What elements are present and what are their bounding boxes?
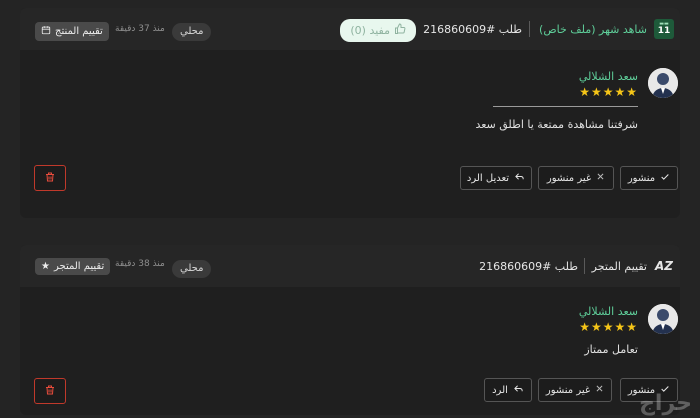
store-logo-icon: AZ xyxy=(655,259,673,273)
locale-badge: محلي xyxy=(172,23,212,41)
shahid-logo-icon: ▬▬ 11 xyxy=(654,19,674,39)
close-icon xyxy=(596,172,605,184)
reviewer-name[interactable]: سعد الشلالي xyxy=(579,70,638,83)
review-time: منذ 37 دقيقة xyxy=(115,24,165,34)
haraj-watermark: حراج xyxy=(639,391,692,416)
review-type-badge: تقييم المنتج xyxy=(35,22,109,41)
rating-stars: ★★★★★ xyxy=(579,320,638,334)
review-card-header: AZ تقييم المتجر طلب #216860609 محلي منذ … xyxy=(20,245,680,287)
reviewer-avatar xyxy=(648,304,678,334)
product-title[interactable]: شاهد شهر (ملف خاص) xyxy=(539,23,647,36)
order-number[interactable]: طلب #216860609 xyxy=(479,260,578,273)
divider xyxy=(584,258,585,274)
edit-reply-button[interactable]: تعديل الرد xyxy=(460,166,532,190)
reply-icon xyxy=(513,383,524,397)
divider-line xyxy=(493,106,638,107)
trash-icon xyxy=(44,171,56,186)
reviewer-avatar xyxy=(648,68,678,98)
review-time: منذ 38 دقيقة xyxy=(115,259,165,269)
review-card-product: ▬▬ 11 شاهد شهر (ملف خاص) طلب #216860609 … xyxy=(20,8,680,218)
star-icon: ★ xyxy=(41,261,50,272)
order-number[interactable]: طلب #216860609 xyxy=(423,23,522,36)
check-icon xyxy=(660,172,670,185)
delete-button[interactable] xyxy=(34,378,66,404)
store-review-title: تقييم المتجر xyxy=(591,260,647,273)
close-icon xyxy=(595,384,604,396)
calendar-icon xyxy=(41,25,51,38)
locale-badge: محلي xyxy=(172,260,212,278)
reviewer-name[interactable]: سعد الشلالي xyxy=(579,305,638,318)
helpful-label: مفيد (0) xyxy=(350,24,390,37)
trash-icon xyxy=(44,384,56,399)
divider xyxy=(529,21,530,37)
delete-button[interactable] xyxy=(34,165,66,191)
review-card-header: ▬▬ 11 شاهد شهر (ملف خاص) طلب #216860609 … xyxy=(20,8,680,50)
thumbs-up-icon xyxy=(394,23,406,38)
review-comment: تعامل ممتاز xyxy=(584,343,638,356)
review-card-store: AZ تقييم المتجر طلب #216860609 محلي منذ … xyxy=(20,245,680,415)
rating-stars: ★★★★★ xyxy=(579,85,638,99)
reply-button[interactable]: الرد xyxy=(484,378,532,402)
unpublished-button[interactable]: غير منشور xyxy=(538,166,614,190)
helpful-badge[interactable]: مفيد (0) xyxy=(340,19,416,42)
review-type-badge: ★ تقييم المتجر xyxy=(35,258,111,275)
review-comment: شرفتنا مشاهدة ممتعة يا اطلق سعد xyxy=(475,118,638,131)
published-button[interactable]: منشور xyxy=(620,166,678,190)
unpublished-button[interactable]: غير منشور xyxy=(538,378,612,402)
reply-icon xyxy=(514,171,525,185)
